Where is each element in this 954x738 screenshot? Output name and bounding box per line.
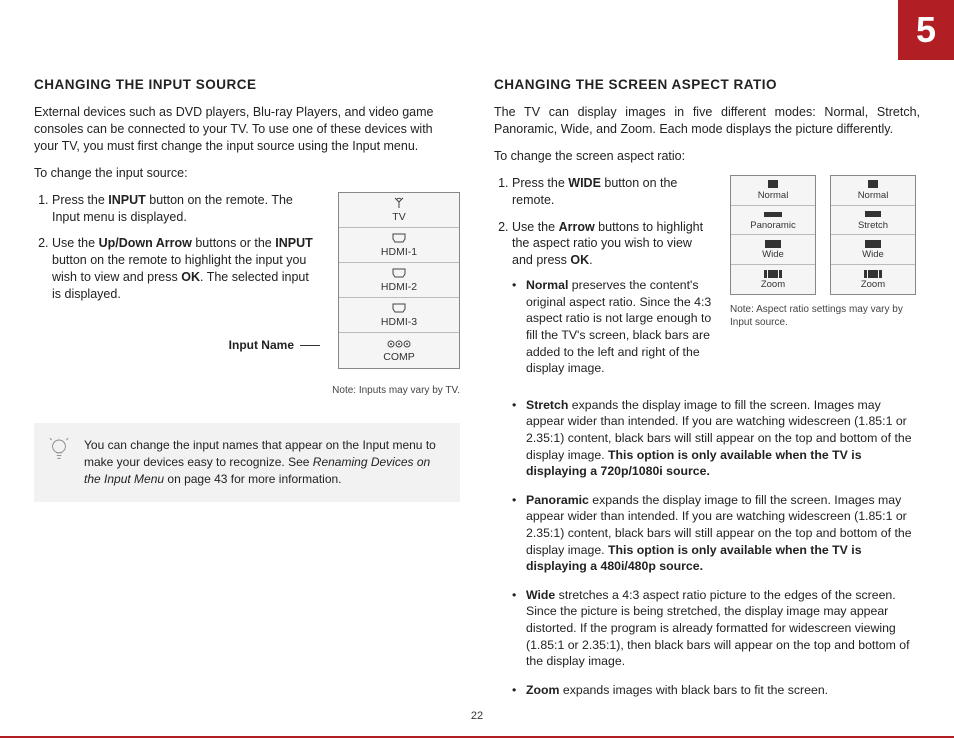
paragraph: To change the input source: <box>34 165 460 182</box>
aspect-item: Zoom <box>831 265 915 294</box>
mode-name: Panoramic <box>526 493 589 507</box>
aspect-mode-item: Wide stretches a 4:3 aspect ratio pictur… <box>512 587 920 670</box>
keyword: INPUT <box>108 193 146 207</box>
antenna-icon <box>339 197 459 209</box>
mode-name: Normal <box>526 278 568 292</box>
input-label: HDMI-3 <box>381 316 417 328</box>
text: on page 43 for more information. <box>164 472 341 486</box>
aspect-mode-list-cont: Stretch expands the display image to fil… <box>512 397 920 699</box>
tip-box: You can change the input names that appe… <box>34 423 460 501</box>
aspect-menu: Normal Stretch Wide Zoom <box>830 175 916 295</box>
aspect-item: Zoom <box>731 265 815 294</box>
aspect-item: Wide <box>731 235 815 265</box>
aspect-menus-figure: Normal Panoramic Wide Zoom Normal Stretc… <box>730 175 920 295</box>
keyword: OK <box>181 270 200 284</box>
step: Use the Arrow buttons to highlight the a… <box>512 219 712 377</box>
hdmi-icon <box>339 232 459 244</box>
aspect-mode-item: Normal preserves the content's original … <box>512 277 712 377</box>
aspect-item: Normal <box>831 176 915 206</box>
input-label: HDMI-1 <box>381 246 417 258</box>
keyword: OK <box>570 253 589 267</box>
text: buttons or the <box>192 236 275 250</box>
paragraph: External devices such as DVD players, Bl… <box>34 104 460 155</box>
input-label: HDMI-2 <box>381 281 417 293</box>
section-title-aspect-ratio: CHANGING THE SCREEN ASPECT RATIO <box>494 76 920 94</box>
hdmi-icon <box>339 302 459 314</box>
keyword: WIDE <box>568 176 601 190</box>
input-label: TV <box>392 211 405 223</box>
manual-page: 5 CHANGING THE INPUT SOURCE External dev… <box>0 0 954 738</box>
input-item: COMP <box>339 333 459 367</box>
aspect-label: Normal <box>858 190 889 201</box>
input-menu-figure: TV HDMI-1 HDMI-2 <box>338 192 460 369</box>
ordered-steps: Press the WIDE button on the remote. Use… <box>494 175 712 377</box>
aspect-mode-item: Zoom expands images with black bars to f… <box>512 682 920 699</box>
section-title-input-source: CHANGING THE INPUT SOURCE <box>34 76 460 94</box>
text: preserves the content's original aspect … <box>526 278 711 375</box>
paragraph: To change the screen aspect ratio: <box>494 148 920 165</box>
text: Use the <box>52 236 99 250</box>
text: Press the <box>512 176 568 190</box>
aspect-mode-item: Panoramic expands the display image to f… <box>512 492 920 575</box>
aspect-label: Panoramic <box>750 220 795 231</box>
lightbulb-icon <box>48 437 72 487</box>
input-label: COMP <box>383 351 415 363</box>
chapter-number: 5 <box>898 0 954 60</box>
aspect-label: Zoom <box>861 279 885 290</box>
step: Use the Up/Down Arrow buttons or the INP… <box>52 235 320 303</box>
component-icon <box>339 337 459 349</box>
aspect-label: Wide <box>862 249 884 260</box>
keyword: INPUT <box>275 236 313 250</box>
callout-line <box>300 345 320 346</box>
step: Press the INPUT button on the remote. Th… <box>52 192 320 226</box>
paragraph: The TV can display images in five differ… <box>494 104 920 138</box>
aspect-item: Stretch <box>831 206 915 236</box>
aspect-item: Normal <box>731 176 815 206</box>
step: Press the WIDE button on the remote. <box>512 175 712 209</box>
keyword: Arrow <box>559 220 595 234</box>
aspect-mode-list: Normal preserves the content's original … <box>512 277 712 377</box>
right-column: CHANGING THE SCREEN ASPECT RATIO The TV … <box>494 76 920 710</box>
aspect-label: Wide <box>762 249 784 260</box>
aspect-item: Panoramic <box>731 206 815 236</box>
text: expands images with black bars to fit th… <box>559 683 828 697</box>
two-column-layout: CHANGING THE INPUT SOURCE External devic… <box>34 76 920 710</box>
note-inputs-vary: Note: Inputs may vary by TV. <box>332 385 460 396</box>
page-number: 22 <box>0 709 954 724</box>
text: stretches a 4:3 aspect ratio picture to … <box>526 588 910 668</box>
aspect-label: Zoom <box>761 279 785 290</box>
input-item: HDMI-3 <box>339 298 459 333</box>
note-aspect-vary: Note: Aspect ratio settings may vary by … <box>730 303 920 329</box>
input-item: TV <box>339 193 459 228</box>
mode-name: Zoom <box>526 683 559 697</box>
aspect-label: Stretch <box>858 220 888 231</box>
ordered-steps: Press the INPUT button on the remote. Th… <box>34 192 320 303</box>
hdmi-icon <box>339 267 459 279</box>
tip-text: You can change the input names that appe… <box>84 437 446 487</box>
text: Press the <box>52 193 108 207</box>
left-column: CHANGING THE INPUT SOURCE External devic… <box>34 76 460 710</box>
callout-label: Input Name <box>34 337 300 353</box>
aspect-label: Normal <box>758 190 789 201</box>
text: . <box>589 253 592 267</box>
input-item: HDMI-1 <box>339 228 459 263</box>
aspect-menu: Normal Panoramic Wide Zoom <box>730 175 816 295</box>
aspect-item: Wide <box>831 235 915 265</box>
mode-name: Stretch <box>526 398 568 412</box>
aspect-mode-item: Stretch expands the display image to fil… <box>512 397 920 480</box>
input-item: HDMI-2 <box>339 263 459 298</box>
mode-name: Wide <box>526 588 555 602</box>
text: Use the <box>512 220 559 234</box>
keyword: Up/Down Arrow <box>99 236 192 250</box>
